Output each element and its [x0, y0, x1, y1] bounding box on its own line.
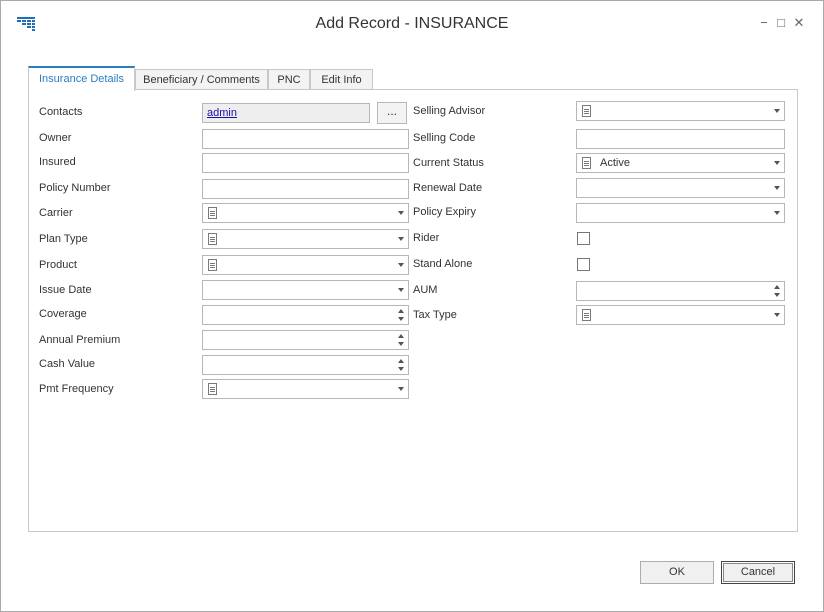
- policy-number-label: Policy Number: [39, 182, 111, 194]
- aum-spinner[interactable]: [576, 281, 785, 301]
- annual-premium-spinner[interactable]: [202, 330, 409, 350]
- dropdown-arrow-icon[interactable]: [398, 237, 404, 241]
- carrier-select[interactable]: [202, 203, 409, 223]
- ok-button[interactable]: OK: [640, 561, 714, 584]
- policy-expiry-picker[interactable]: [576, 203, 785, 223]
- renewal-date-label: Renewal Date: [413, 182, 483, 194]
- window-title: Add Record - INSURANCE: [315, 15, 509, 32]
- rider-label: Rider: [413, 232, 440, 244]
- minimize-icon[interactable]: −: [757, 15, 771, 31]
- dropdown-arrow-icon[interactable]: [398, 387, 404, 391]
- cancel-button[interactable]: Cancel: [721, 561, 795, 584]
- tax-type-select[interactable]: [576, 305, 785, 325]
- tab-pnc[interactable]: PNC: [268, 69, 310, 89]
- selling-advisor-label: Selling Advisor: [413, 105, 486, 117]
- spin-up-icon[interactable]: [398, 334, 404, 338]
- contacts-label: Contacts: [39, 106, 83, 118]
- dropdown-arrow-icon[interactable]: [774, 211, 780, 215]
- document-icon: [582, 157, 591, 169]
- issue-date-picker[interactable]: [202, 280, 409, 300]
- dropdown-arrow-icon[interactable]: [774, 109, 780, 113]
- issue-date-label: Issue Date: [39, 284, 92, 296]
- stand-alone-label: Stand Alone: [413, 258, 473, 270]
- dropdown-arrow-icon[interactable]: [398, 263, 404, 267]
- dropdown-arrow-icon[interactable]: [774, 313, 780, 317]
- document-icon: [208, 207, 217, 219]
- tab-beneficiary-comments[interactable]: Beneficiary / Comments: [135, 69, 268, 89]
- close-icon[interactable]: ✕: [792, 15, 806, 31]
- carrier-label: Carrier: [39, 207, 73, 219]
- tab-edit-info[interactable]: Edit Info: [310, 69, 373, 89]
- contacts-field[interactable]: admin: [202, 103, 370, 123]
- current-status-value: Active: [600, 157, 630, 169]
- aum-label: AUM: [413, 284, 438, 296]
- spin-down-icon[interactable]: [398, 342, 404, 346]
- spin-down-icon[interactable]: [774, 293, 780, 297]
- titlebar: Add Record - INSURANCE − □ ✕: [1, 1, 823, 47]
- browse-contacts-button[interactable]: ...: [377, 102, 407, 124]
- stand-alone-checkbox[interactable]: [577, 258, 590, 271]
- coverage-spinner[interactable]: [202, 305, 409, 325]
- selling-code-label: Selling Code: [413, 132, 476, 144]
- insured-label: Insured: [39, 156, 76, 168]
- spin-down-icon[interactable]: [398, 317, 404, 321]
- insured-input[interactable]: [202, 153, 409, 173]
- policy-expiry-label: Policy Expiry: [413, 206, 476, 218]
- plan-type-label: Plan Type: [39, 233, 88, 245]
- maximize-icon[interactable]: □: [774, 15, 788, 31]
- owner-input[interactable]: [202, 129, 409, 149]
- tab-insurance-details[interactable]: Insurance Details: [28, 66, 135, 91]
- coverage-label: Coverage: [39, 308, 87, 320]
- pmt-frequency-label: Pmt Frequency: [39, 383, 114, 395]
- dropdown-arrow-icon[interactable]: [774, 161, 780, 165]
- pmt-frequency-select[interactable]: [202, 379, 409, 399]
- document-icon: [208, 233, 217, 245]
- current-status-label: Current Status: [413, 157, 484, 169]
- spin-up-icon[interactable]: [398, 309, 404, 313]
- contacts-link[interactable]: admin: [207, 107, 237, 119]
- selling-code-input[interactable]: [576, 129, 785, 149]
- document-icon: [582, 105, 591, 117]
- dropdown-arrow-icon[interactable]: [398, 211, 404, 215]
- spin-up-icon[interactable]: [774, 285, 780, 289]
- cash-value-spinner[interactable]: [202, 355, 409, 375]
- product-select[interactable]: [202, 255, 409, 275]
- product-label: Product: [39, 259, 77, 271]
- dropdown-arrow-icon[interactable]: [774, 186, 780, 190]
- document-icon: [208, 383, 217, 395]
- policy-number-input[interactable]: [202, 179, 409, 199]
- document-icon: [582, 309, 591, 321]
- spin-down-icon[interactable]: [398, 367, 404, 371]
- dialog-window: Add Record - INSURANCE − □ ✕ Insurance D…: [0, 0, 824, 612]
- annual-premium-label: Annual Premium: [39, 334, 121, 346]
- current-status-select[interactable]: Active: [576, 153, 785, 173]
- document-icon: [208, 259, 217, 271]
- cash-value-label: Cash Value: [39, 358, 96, 370]
- renewal-date-picker[interactable]: [576, 178, 785, 198]
- dropdown-arrow-icon[interactable]: [398, 288, 404, 292]
- owner-label: Owner: [39, 132, 72, 144]
- plan-type-select[interactable]: [202, 229, 409, 249]
- spin-up-icon[interactable]: [398, 359, 404, 363]
- selling-advisor-select[interactable]: [576, 101, 785, 121]
- tax-type-label: Tax Type: [413, 309, 457, 321]
- rider-checkbox[interactable]: [577, 232, 590, 245]
